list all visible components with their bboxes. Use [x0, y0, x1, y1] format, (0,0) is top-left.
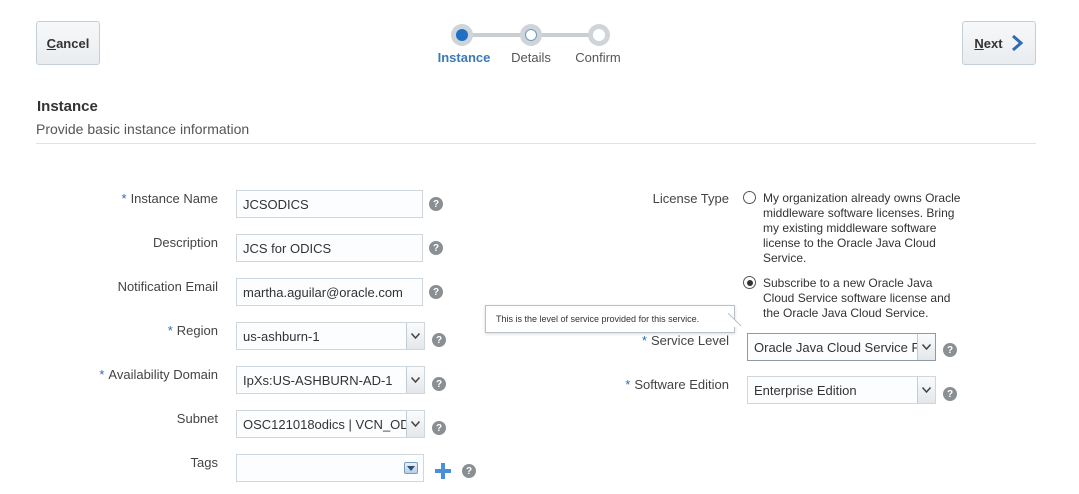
- train-connector: [540, 33, 590, 37]
- tooltip-pointer: [728, 313, 742, 327]
- help-icon[interactable]: ?: [429, 197, 443, 211]
- plus-icon[interactable]: [434, 462, 452, 480]
- notification-email-label: Notification Email: [117, 279, 218, 294]
- availability-domain-label-text: Availability Domain: [108, 367, 218, 382]
- service-level-label-text: Service Level: [650, 333, 729, 348]
- software-edition-select-value: Enterprise Edition: [754, 382, 857, 398]
- service-level-select-value: Oracle Java Cloud Service Fusion Middlew…: [754, 339, 935, 355]
- next-button-label: Next: [974, 35, 1003, 51]
- chevron-down-icon[interactable]: [404, 462, 418, 474]
- service-level-tooltip: This is the level of service provided fo…: [485, 305, 735, 333]
- service-level-select[interactable]: Oracle Java Cloud Service Fusion Middlew…: [747, 333, 936, 361]
- service-level-label: * Service Level: [519, 333, 729, 348]
- subnet-select-value: OSC121018odics | VCN_ODICS: [243, 416, 425, 432]
- availability-domain-label: * Availability Domain: [8, 367, 218, 382]
- required-marker: *: [641, 333, 647, 348]
- notification-email-input[interactable]: martha.aguilar@oracle.com: [236, 278, 423, 306]
- cancel-button[interactable]: Cancel: [36, 21, 100, 65]
- tags-label: Tags: [190, 455, 218, 470]
- section-subtitle: Provide basic instance information: [36, 121, 250, 137]
- help-icon[interactable]: ?: [943, 343, 957, 357]
- availability-domain-select-value: IpXs:US-ASHBURN-AD-1: [243, 372, 393, 388]
- region-label: * Region: [8, 323, 218, 338]
- train-connector: [470, 33, 522, 37]
- train-stop-confirm[interactable]: [588, 24, 610, 46]
- required-marker: *: [121, 191, 127, 206]
- required-marker: *: [99, 367, 105, 382]
- help-icon[interactable]: ?: [432, 377, 446, 391]
- help-icon[interactable]: ?: [432, 421, 446, 435]
- help-icon[interactable]: ?: [943, 387, 957, 401]
- next-button[interactable]: Next: [962, 21, 1036, 65]
- required-marker: *: [167, 323, 173, 338]
- license-option-subscribe-text: Subscribe to a new Oracle Java Cloud Ser…: [763, 276, 951, 320]
- chevron-down-icon[interactable]: [406, 367, 424, 393]
- subnet-select[interactable]: OSC121018odics | VCN_ODICS: [236, 410, 425, 438]
- instance-name-input[interactable]: JCSODICS: [236, 190, 423, 218]
- help-icon[interactable]: ?: [429, 241, 443, 255]
- help-icon[interactable]: ?: [429, 285, 443, 299]
- chevron-down-icon[interactable]: [406, 323, 424, 349]
- region-label-text: Region: [176, 323, 218, 338]
- cancel-button-label: Cancel: [46, 35, 90, 51]
- section-title: Instance: [37, 98, 98, 115]
- required-marker: *: [625, 377, 631, 392]
- license-radio-subscribe[interactable]: [743, 276, 756, 289]
- license-radio-byol[interactable]: [743, 191, 756, 204]
- tags-input[interactable]: [236, 454, 424, 482]
- software-edition-label-text: Software Edition: [634, 377, 729, 392]
- instance-name-label-text: Instance Name: [130, 191, 218, 206]
- chevron-down-icon[interactable]: [917, 334, 935, 360]
- subnet-label: Subnet: [176, 411, 218, 426]
- train-stop-details[interactable]: [520, 24, 542, 46]
- divider: [36, 143, 1036, 144]
- license-option-byol-text: My organization already owns Oracle midd…: [763, 191, 961, 265]
- description-input[interactable]: JCS for ODICS: [236, 234, 423, 262]
- region-select-value: us-ashburn-1: [243, 328, 320, 344]
- license-type-label: License Type: [652, 191, 729, 206]
- chevron-right-icon: [1011, 35, 1023, 51]
- software-edition-label: * Software Edition: [519, 377, 729, 392]
- instance-name-label: * Instance Name: [8, 191, 219, 206]
- train-label-confirm[interactable]: Confirm: [558, 50, 638, 65]
- availability-domain-select[interactable]: IpXs:US-ASHBURN-AD-1: [236, 366, 425, 394]
- description-label: Description: [152, 235, 218, 250]
- help-icon[interactable]: ?: [432, 333, 446, 347]
- help-icon[interactable]: ?: [462, 464, 476, 478]
- chevron-down-icon[interactable]: [406, 411, 424, 437]
- software-edition-select[interactable]: Enterprise Edition: [747, 376, 936, 404]
- region-select[interactable]: us-ashburn-1: [236, 322, 425, 350]
- chevron-down-icon[interactable]: [917, 377, 935, 403]
- train-stop-instance[interactable]: [451, 24, 473, 46]
